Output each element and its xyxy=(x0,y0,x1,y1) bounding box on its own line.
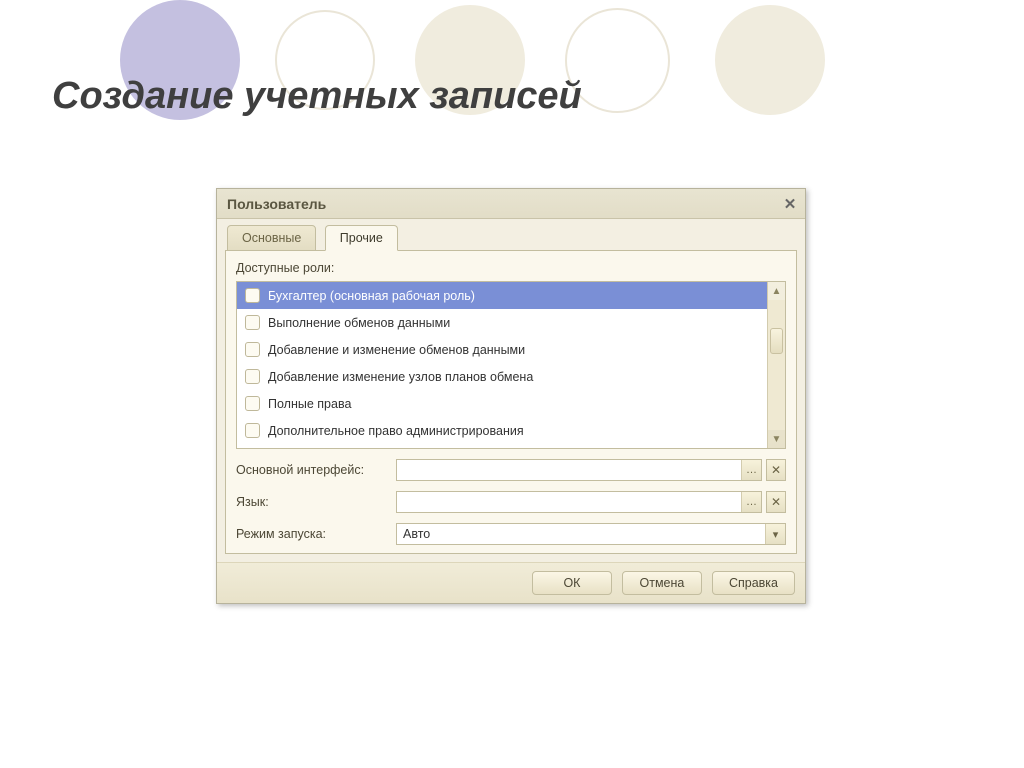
launch-mode-label: Режим запуска: xyxy=(236,527,396,541)
scrollbar[interactable]: ▲ ▼ xyxy=(767,282,785,448)
role-label: Добавление и изменение обменов данными xyxy=(268,343,525,357)
checkbox[interactable] xyxy=(245,369,260,384)
launch-mode-value: Авто xyxy=(397,524,765,544)
language-picker[interactable]: … xyxy=(396,491,762,513)
page-title: Создание учетных записей xyxy=(52,75,582,118)
ellipsis-icon[interactable]: … xyxy=(741,460,761,480)
roles-listbox[interactable]: Бухгалтер (основная рабочая роль) Выполн… xyxy=(236,281,786,449)
list-item[interactable]: Выполнение обменов данными xyxy=(237,309,767,336)
role-label: Добавление изменение узлов планов обмена xyxy=(268,370,533,384)
chevron-down-icon[interactable]: ▾ xyxy=(765,524,785,544)
help-button[interactable]: Справка xyxy=(712,571,795,595)
list-item[interactable]: Добавление изменение узлов планов обмена xyxy=(237,363,767,390)
interface-row: Основной интерфейс: … ✕ xyxy=(236,459,786,481)
scrollbar-track[interactable] xyxy=(768,300,785,430)
list-item[interactable]: Бухгалтер (основная рабочая роль) xyxy=(237,282,767,309)
list-item[interactable]: Добавление и изменение обменов данными xyxy=(237,336,767,363)
scrollbar-thumb[interactable] xyxy=(770,328,783,354)
clear-language-button[interactable]: ✕ xyxy=(766,491,786,513)
clear-interface-button[interactable]: ✕ xyxy=(766,459,786,481)
role-label: Выполнение обменов данными xyxy=(268,316,450,330)
interface-label: Основной интерфейс: xyxy=(236,463,396,477)
user-dialog: Пользователь ✕ Основные Прочие Доступные… xyxy=(216,188,806,604)
language-row: Язык: … ✕ xyxy=(236,491,786,513)
language-label: Язык: xyxy=(236,495,396,509)
dialog-titlebar[interactable]: Пользователь ✕ xyxy=(217,189,805,219)
interface-value xyxy=(397,460,741,480)
tabs: Основные Прочие xyxy=(217,219,805,251)
checkbox[interactable] xyxy=(245,342,260,357)
tab-main[interactable]: Основные xyxy=(227,225,316,251)
launch-mode-row: Режим запуска: Авто ▾ xyxy=(236,523,786,545)
scroll-up-icon[interactable]: ▲ xyxy=(768,282,785,300)
role-label: Дополнительное право администрирования xyxy=(268,424,524,438)
dialog-buttons: ОК Отмена Справка xyxy=(217,562,805,603)
checkbox[interactable] xyxy=(245,288,260,303)
close-icon[interactable]: ✕ xyxy=(782,196,798,212)
role-label: Полные права xyxy=(268,397,351,411)
list-item[interactable]: Полные права xyxy=(237,390,767,417)
checkbox[interactable] xyxy=(245,315,260,330)
interface-picker[interactable]: … xyxy=(396,459,762,481)
decor-circle xyxy=(715,5,825,115)
ok-button[interactable]: ОК xyxy=(532,571,612,595)
list-item[interactable]: Дополнительное право администрирования xyxy=(237,417,767,444)
ellipsis-icon[interactable]: … xyxy=(741,492,761,512)
dialog-title: Пользователь xyxy=(227,196,326,212)
checkbox[interactable] xyxy=(245,423,260,438)
role-label: Бухгалтер (основная рабочая роль) xyxy=(268,289,475,303)
tab-panel-other: Доступные роли: Бухгалтер (основная рабо… xyxy=(225,251,797,554)
launch-mode-select[interactable]: Авто ▾ xyxy=(396,523,786,545)
roles-label: Доступные роли: xyxy=(236,261,786,275)
language-value xyxy=(397,492,741,512)
checkbox[interactable] xyxy=(245,396,260,411)
scroll-down-icon[interactable]: ▼ xyxy=(768,430,785,448)
cancel-button[interactable]: Отмена xyxy=(622,571,702,595)
tab-other[interactable]: Прочие xyxy=(325,225,398,251)
